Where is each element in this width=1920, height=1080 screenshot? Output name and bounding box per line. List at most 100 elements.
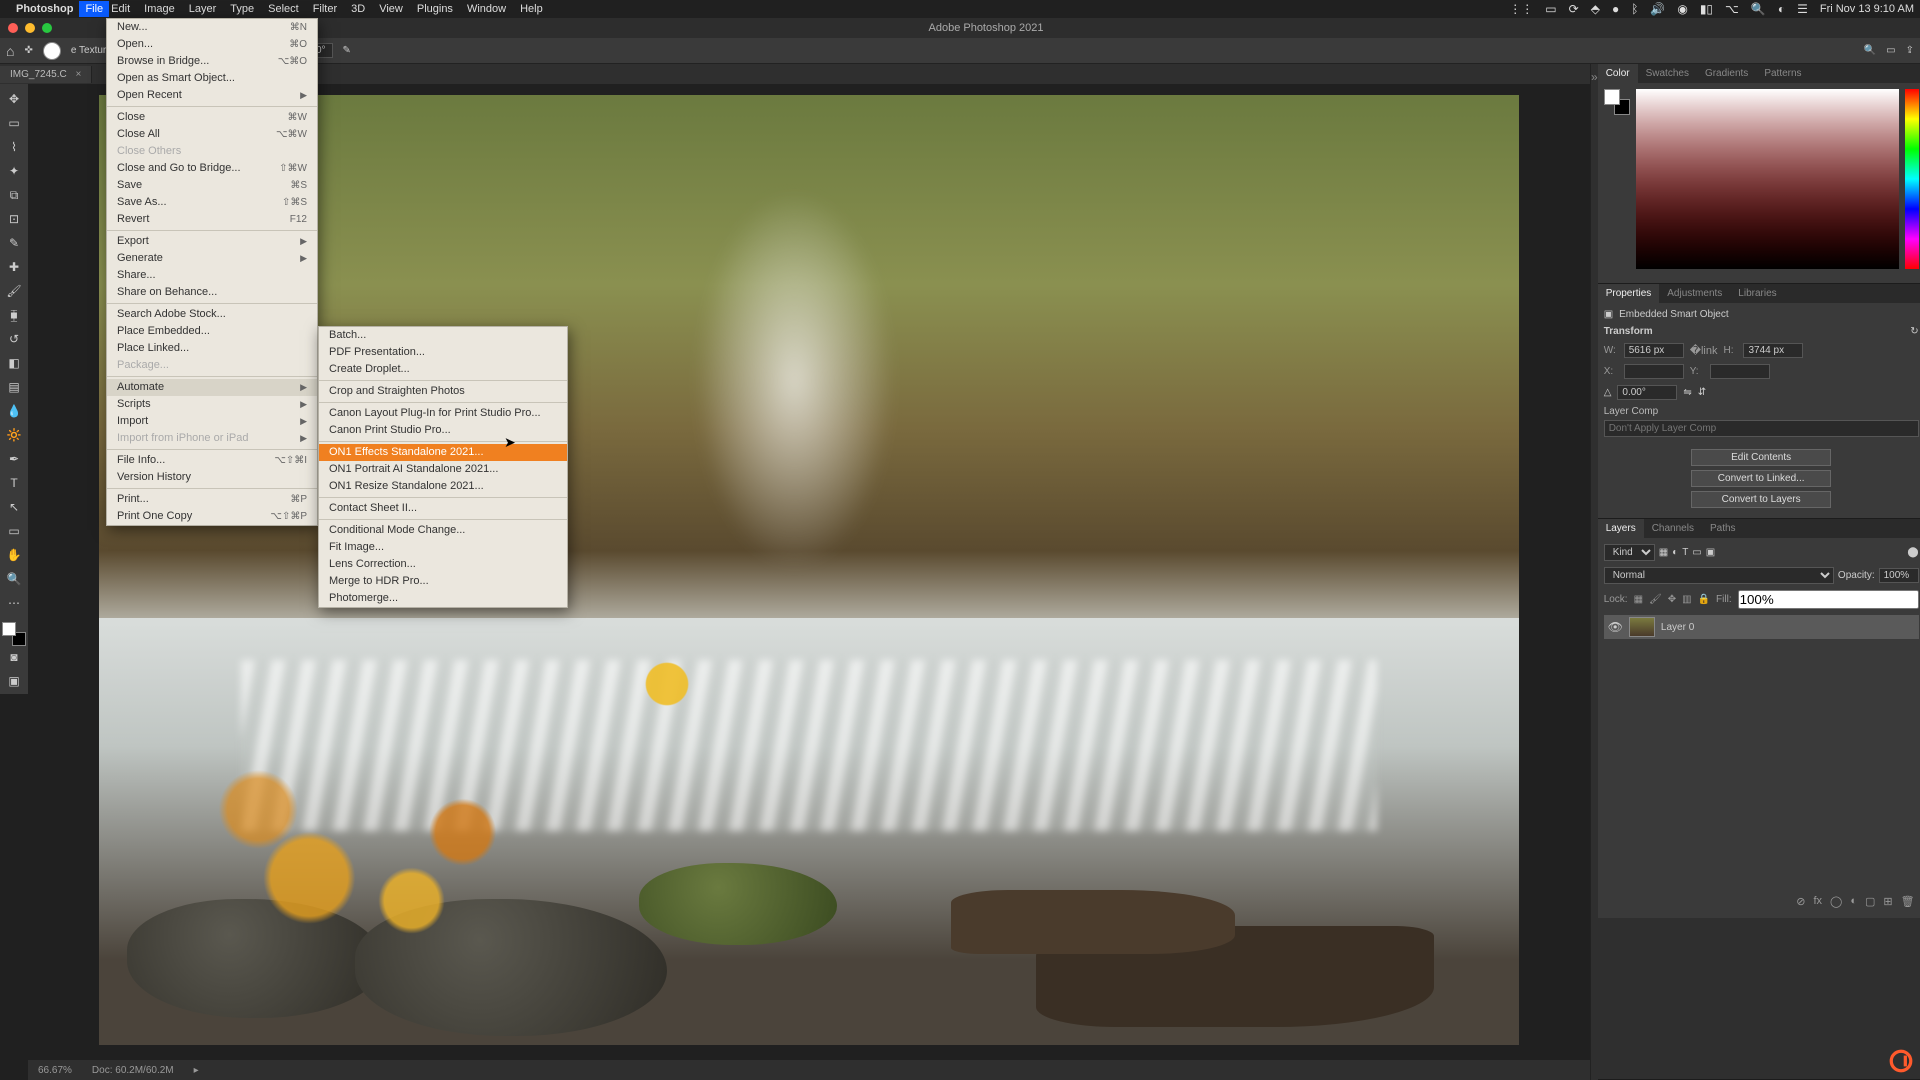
mi-fit-image[interactable]: Fit Image... — [319, 539, 567, 556]
lock-trans-icon[interactable]: ▦ — [1634, 594, 1643, 605]
lock-nest-icon[interactable]: ▥ — [1682, 594, 1691, 605]
eyedropper-tool-icon[interactable]: ✎ — [3, 232, 25, 254]
mi-close-all[interactable]: Close All⌥⌘W — [107, 126, 317, 143]
filter-shape-icon[interactable]: ▭ — [1692, 547, 1701, 558]
tool-preset-icon[interactable]: ✜ — [24, 45, 32, 56]
screenmode-icon[interactable]: ▣ — [3, 670, 25, 692]
mi-conditional-mode[interactable]: Conditional Mode Change... — [319, 522, 567, 539]
fill-field[interactable] — [1738, 590, 1919, 609]
app-name[interactable]: Photoshop — [16, 3, 73, 15]
menu-image[interactable]: Image — [144, 3, 175, 15]
mi-batch[interactable]: Batch... — [319, 327, 567, 344]
mi-canon-layout[interactable]: Canon Layout Plug-In for Print Studio Pr… — [319, 405, 567, 422]
mi-place-embedded[interactable]: Place Embedded... — [107, 323, 317, 340]
filter-type-icon[interactable]: T — [1682, 547, 1688, 558]
tab-color[interactable]: Color — [1598, 64, 1638, 83]
mi-export[interactable]: Export▶ — [107, 233, 317, 250]
tab-gradients[interactable]: Gradients — [1697, 64, 1756, 83]
layer-row[interactable]: 👁 Layer 0 — [1604, 615, 1919, 639]
mi-open-smart[interactable]: Open as Smart Object... — [107, 70, 317, 87]
healing-tool-icon[interactable]: ✚ — [3, 256, 25, 278]
pressure-icon[interactable]: ✎ — [343, 45, 351, 56]
tab-patterns[interactable]: Patterns — [1756, 64, 1809, 83]
status-signal-icon[interactable]: ⋮⋮ — [1509, 2, 1533, 16]
mi-share[interactable]: Share... — [107, 267, 317, 284]
hand-tool-icon[interactable]: ✋ — [3, 544, 25, 566]
mi-version-history[interactable]: Version History — [107, 469, 317, 486]
color-fgbg-swatch[interactable] — [1604, 89, 1630, 115]
mi-crop-straighten[interactable]: Crop and Straighten Photos — [319, 383, 567, 400]
status-volume-icon[interactable]: 🔊 — [1650, 2, 1665, 16]
tab-swatches[interactable]: Swatches — [1638, 64, 1697, 83]
crop-tool-icon[interactable]: ⧉ — [3, 184, 25, 206]
zoom-window-icon[interactable] — [42, 23, 52, 33]
mi-file-info[interactable]: File Info...⌥⇧⌘I — [107, 452, 317, 469]
menu-window[interactable]: Window — [467, 3, 506, 15]
marquee-tool-icon[interactable]: ▭ — [3, 112, 25, 134]
status-dropbox-icon[interactable]: ⬘ — [1591, 2, 1600, 16]
share-icon[interactable]: ⇪ — [1906, 45, 1914, 56]
mi-save[interactable]: Save⌘S — [107, 177, 317, 194]
menu-filter[interactable]: Filter — [313, 3, 337, 15]
filter-pixel-icon[interactable]: ▦ — [1659, 547, 1668, 558]
mi-revert[interactable]: RevertF12 — [107, 211, 317, 228]
mi-generate[interactable]: Generate▶ — [107, 250, 317, 267]
mi-scripts[interactable]: Scripts▶ — [107, 396, 317, 413]
edit-toolbar-icon[interactable]: ⋯ — [3, 592, 25, 614]
history-brush-tool-icon[interactable]: ↺ — [3, 328, 25, 350]
mi-lens-correction[interactable]: Lens Correction... — [319, 556, 567, 573]
tab-channels[interactable]: Channels — [1644, 519, 1702, 538]
search-icon[interactable]: 🔍 — [1864, 45, 1876, 56]
adjustment-icon[interactable]: ◐ — [1850, 895, 1857, 908]
blend-mode-select[interactable]: Normal — [1604, 567, 1834, 584]
lock-all-icon[interactable]: 🔒 — [1698, 594, 1710, 605]
link-wh-icon[interactable]: �link — [1690, 344, 1718, 357]
status-zoom[interactable]: 66.67% — [38, 1065, 72, 1076]
layer-filter-kind[interactable]: Kind — [1604, 544, 1655, 561]
status-notif-icon[interactable]: ☰ — [1797, 2, 1808, 16]
filter-toggle-icon[interactable]: ⬤ — [1907, 547, 1918, 558]
mi-save-as[interactable]: Save As...⇧⌘S — [107, 194, 317, 211]
tab-layers[interactable]: Layers — [1598, 519, 1644, 538]
mi-open[interactable]: Open...⌘O — [107, 36, 317, 53]
lasso-tool-icon[interactable]: ⌇ — [3, 136, 25, 158]
mi-on1-effects[interactable]: ON1 Effects Standalone 2021... — [319, 444, 567, 461]
menu-file[interactable]: File — [79, 1, 109, 17]
fg-bg-swatch[interactable] — [2, 622, 26, 646]
delete-layer-icon[interactable]: 🗑 — [1901, 895, 1915, 908]
mi-print-one[interactable]: Print One Copy⌥⇧⌘P — [107, 508, 317, 525]
mi-close[interactable]: Close⌘W — [107, 109, 317, 126]
status-siri-icon[interactable]: ◐ — [1778, 2, 1785, 16]
layer-thumbnail[interactable] — [1629, 617, 1655, 637]
tab-libraries[interactable]: Libraries — [1730, 284, 1784, 303]
color-field[interactable] — [1636, 89, 1899, 269]
menu-3d[interactable]: 3D — [351, 3, 365, 15]
edit-contents-button[interactable]: Edit Contents — [1691, 449, 1831, 466]
fx-icon[interactable]: fx — [1813, 895, 1822, 908]
shape-tool-icon[interactable]: ▭ — [3, 520, 25, 542]
menu-type[interactable]: Type — [230, 3, 254, 15]
zoom-tool-icon[interactable]: 🔍 — [3, 568, 25, 590]
eraser-tool-icon[interactable]: ◧ — [3, 352, 25, 374]
mi-import[interactable]: Import▶ — [107, 413, 317, 430]
mi-canon-print[interactable]: Canon Print Studio Pro... — [319, 422, 567, 439]
mi-place-linked[interactable]: Place Linked... — [107, 340, 317, 357]
status-display-icon[interactable]: ▭ — [1545, 2, 1556, 16]
menu-view[interactable]: View — [379, 3, 403, 15]
tab-paths[interactable]: Paths — [1702, 519, 1744, 538]
workspace-icon[interactable]: ▭ — [1886, 45, 1895, 56]
prop-h-field[interactable] — [1743, 343, 1803, 358]
reset-icon[interactable]: ↻ — [1910, 326, 1918, 337]
link-layers-icon[interactable]: ⊘ — [1796, 895, 1805, 908]
status-battery-icon[interactable]: ▮▯ — [1700, 2, 1713, 16]
brush-tool-icon[interactable]: 🖌 — [3, 280, 25, 302]
collapsed-dock[interactable]: » — [1590, 64, 1598, 1080]
mi-new[interactable]: New...⌘N — [107, 19, 317, 36]
menu-layer[interactable]: Layer — [189, 3, 217, 15]
brush-preview-icon[interactable] — [43, 42, 61, 60]
lock-pos-icon[interactable]: ✥ — [1668, 594, 1676, 605]
quickmask-icon[interactable]: ◙ — [3, 646, 25, 668]
status-app-icon[interactable]: ● — [1612, 2, 1619, 16]
status-bluetooth-icon[interactable]: ᛒ — [1631, 2, 1638, 16]
document-tab[interactable]: IMG_7245.C × — [0, 66, 92, 83]
